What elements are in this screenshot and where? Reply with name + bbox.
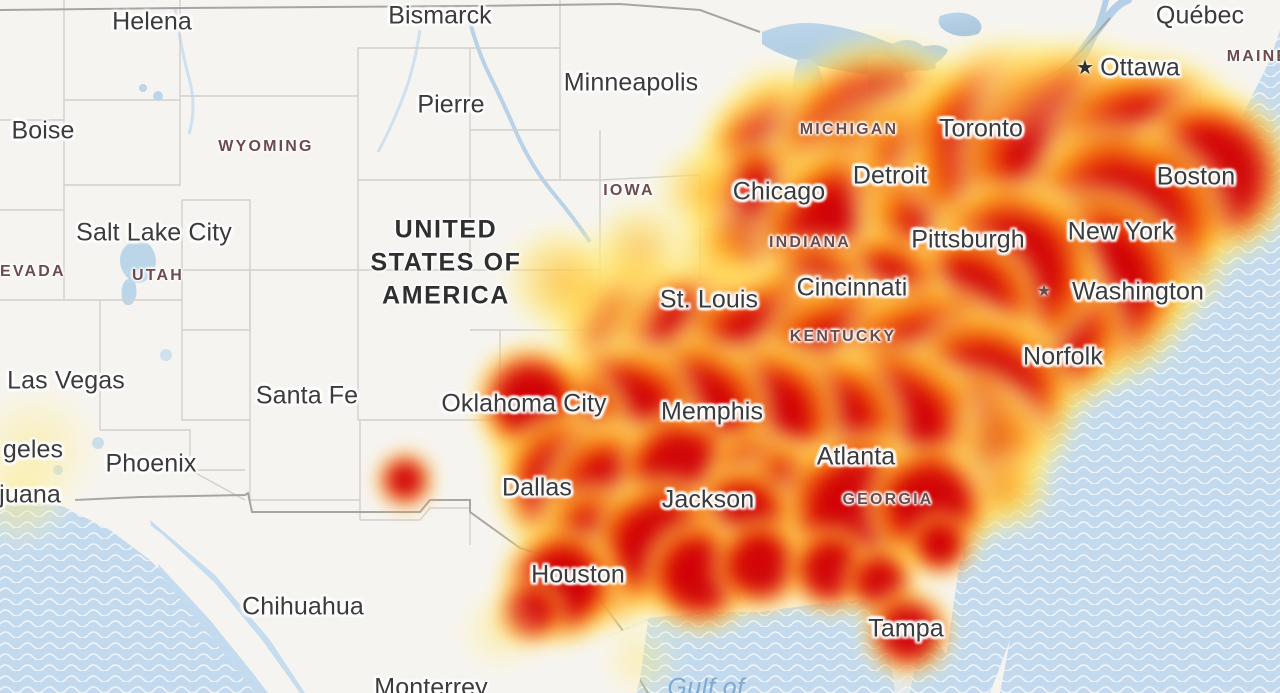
city-label: Salt Lake City	[76, 218, 232, 247]
state-label: GEORGIA	[842, 491, 934, 508]
city-label: New York	[1067, 217, 1175, 246]
city-label: Pittsburgh	[911, 225, 1025, 254]
state-label: INDIANA	[768, 234, 852, 251]
country-label: UNITED STATES OF AMERICA	[370, 215, 522, 310]
city-label: Québec	[1155, 1, 1245, 30]
state-label: UTAH	[131, 267, 185, 284]
city-label: Boston	[1156, 162, 1236, 191]
city-label: Minneapolis	[563, 68, 699, 97]
state-label: MAINE	[1226, 48, 1280, 65]
city-label: Monterrey	[374, 673, 488, 693]
city-label: juana	[0, 480, 61, 509]
city-label: Pierre	[417, 90, 485, 119]
state-label: WYOMING	[218, 138, 314, 155]
city-label: St. Louis	[659, 285, 759, 314]
capital-star-icon: ★	[1076, 57, 1094, 79]
water-label: Gulf of	[667, 673, 745, 693]
city-label: Toronto	[938, 114, 1024, 143]
city-label: Santa Fe	[255, 381, 359, 410]
city-label: Ottawa	[1100, 53, 1180, 82]
map-labels-layer: ★ ★ WYOMING UTAH NEVADA IOWA MICHIGAN INDIANA K…	[0, 0, 1280, 693]
city-label: Helena	[112, 7, 192, 36]
city-label: Washington	[1071, 277, 1205, 306]
city-label: Norfolk	[1023, 342, 1103, 371]
city-label: Boise	[11, 116, 75, 145]
city-label: Chicago	[732, 177, 826, 206]
capital-star-icon: ★	[1036, 283, 1052, 300]
state-label: MICHIGAN	[799, 121, 899, 138]
city-label: geles	[2, 435, 64, 464]
city-label: Atlanta	[816, 442, 896, 471]
city-label: Detroit	[852, 161, 928, 190]
city-label: Houston	[531, 560, 625, 589]
city-label: Cincinnati	[796, 273, 908, 302]
city-label: Las Vegas	[7, 366, 125, 395]
city-label: Bismarck	[388, 1, 492, 30]
outage-heatmap[interactable]: ★ ★ WYOMING UTAH NEVADA IOWA MICHIGAN INDIANA K…	[0, 0, 1280, 693]
state-label: KENTUCKY	[789, 328, 897, 345]
city-label: Oklahoma City	[441, 389, 607, 418]
state-label: IOWA	[603, 182, 655, 199]
city-label: Chihuahua	[242, 592, 364, 621]
city-label: Dallas	[501, 473, 573, 502]
city-label: Memphis	[660, 397, 764, 426]
city-label: Jackson	[661, 485, 755, 514]
city-label: Tampa	[868, 614, 944, 643]
city-label: Phoenix	[105, 449, 197, 478]
state-label: NEVADA	[0, 263, 66, 280]
